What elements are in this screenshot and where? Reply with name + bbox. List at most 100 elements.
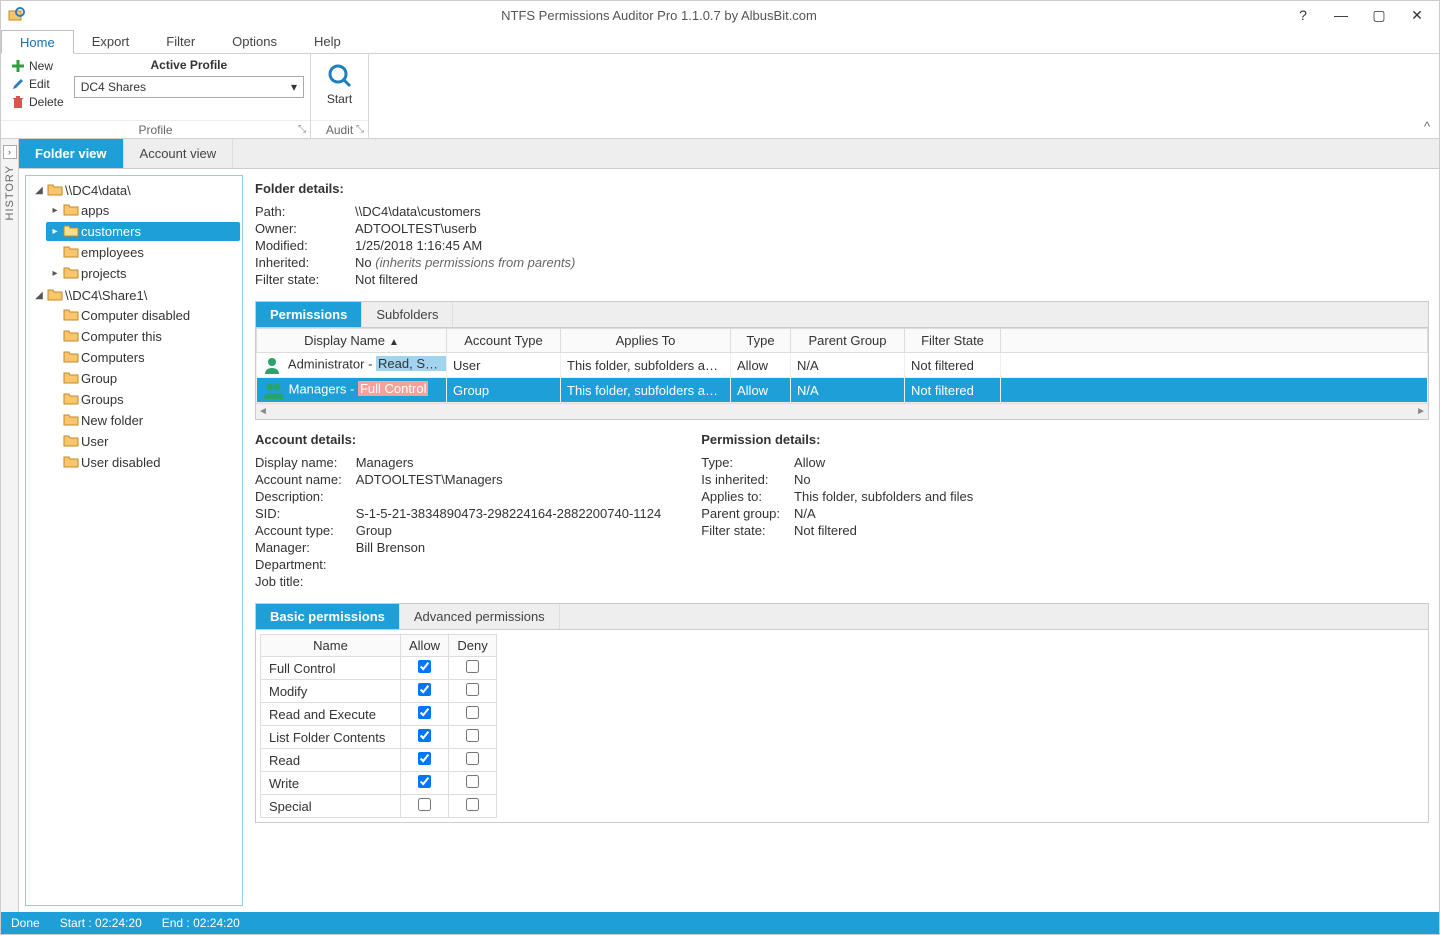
expander-icon[interactable]: ◢ xyxy=(33,185,45,196)
path-label: Path: xyxy=(255,204,345,219)
basic-allow-checkbox[interactable] xyxy=(418,752,431,765)
tree-node[interactable]: Computer disabled xyxy=(46,306,240,325)
menu-item-filter[interactable]: Filter xyxy=(148,29,214,53)
detail-panel: Folder details: Path:\\DC4\data\customer… xyxy=(251,175,1433,906)
basic-allow-checkbox[interactable] xyxy=(418,706,431,719)
tree-label: \\DC4\Share1\ xyxy=(65,288,147,303)
active-profile-heading: Active Profile xyxy=(74,58,304,72)
help-icon[interactable]: ? xyxy=(1287,4,1319,26)
tree-node[interactable]: ◢ \\DC4\data\ xyxy=(30,181,240,200)
perm-col-header[interactable]: Applies To xyxy=(561,329,731,353)
status-end: End : 02:24:20 xyxy=(162,916,240,930)
view-tab-folder-view[interactable]: Folder view xyxy=(19,139,124,168)
folder-icon xyxy=(63,244,79,261)
tree-node[interactable]: ◢ \\DC4\Share1\ xyxy=(30,286,240,305)
basic-deny-checkbox[interactable] xyxy=(466,729,479,742)
path-value: \\DC4\data\customers xyxy=(355,204,1429,219)
status-bar: Done Start : 02:24:20 End : 02:24:20 xyxy=(1,912,1439,934)
tree-label: customers xyxy=(81,224,141,239)
tree-node[interactable]: Computers xyxy=(46,348,240,367)
basic-allow-checkbox[interactable] xyxy=(418,729,431,742)
maximize-icon[interactable]: ▢ xyxy=(1363,4,1395,26)
detail-value: N/A xyxy=(794,506,973,521)
detail-key: Filter state: xyxy=(701,523,780,538)
detail-key: Is inherited: xyxy=(701,472,780,487)
menu-item-home[interactable]: Home xyxy=(1,30,74,54)
filter-label: Filter state: xyxy=(255,272,345,287)
basic-deny-checkbox[interactable] xyxy=(466,798,479,811)
history-expand-icon[interactable]: › xyxy=(3,145,17,159)
edit-profile-button[interactable]: Edit xyxy=(7,76,68,92)
basic-col-header: Deny xyxy=(449,635,497,657)
basic-allow-checkbox[interactable] xyxy=(418,660,431,673)
tree-node[interactable]: New folder xyxy=(46,411,240,430)
detail-value: This folder, subfolders and files xyxy=(794,489,973,504)
basic-allow-checkbox[interactable] xyxy=(418,683,431,696)
permissions-tabs: PermissionsSubfolders xyxy=(255,301,1429,327)
expand-icon[interactable]: ⤡ xyxy=(356,124,364,135)
close-icon[interactable]: ✕ xyxy=(1401,4,1433,26)
perm-row[interactable]: Administrator - Read, SpecialUserThis fo… xyxy=(257,353,1428,378)
account-details: Account details:Display name:ManagersAcc… xyxy=(255,432,661,589)
perm-col-header[interactable]: Filter State xyxy=(905,329,1001,353)
menu-item-options[interactable]: Options xyxy=(214,29,296,53)
tree-node[interactable]: ▸ apps xyxy=(46,201,240,220)
menubar: HomeExportFilterOptionsHelp xyxy=(1,29,1439,54)
perm-tab-subfolders[interactable]: Subfolders xyxy=(362,302,453,327)
basic-permissions-table: NameAllowDenyFull ControlModifyRead and … xyxy=(255,629,1429,823)
basic-tab-advanced-permissions[interactable]: Advanced permissions xyxy=(400,604,560,629)
tree-node[interactable]: User xyxy=(46,432,240,451)
basic-deny-checkbox[interactable] xyxy=(466,660,479,673)
basic-allow-checkbox[interactable] xyxy=(418,798,431,811)
perm-tab-permissions[interactable]: Permissions xyxy=(256,302,362,327)
detail-value: Group xyxy=(356,523,662,538)
tree-label: User xyxy=(81,434,108,449)
active-profile-select[interactable]: DC4 Shares ▾ xyxy=(74,76,304,98)
basic-col-header: Allow xyxy=(401,635,449,657)
ribbon-collapse-button[interactable]: ^ xyxy=(1415,54,1439,138)
expand-icon[interactable]: ⤡ xyxy=(298,124,306,135)
detail-key: Manager: xyxy=(255,540,342,555)
basic-deny-checkbox[interactable] xyxy=(466,752,479,765)
folder-tree[interactable]: ◢ \\DC4\data\▸ apps▸ customers employees… xyxy=(25,175,243,906)
expander-icon[interactable]: ▸ xyxy=(49,268,61,279)
detail-key: Display name: xyxy=(255,455,342,470)
basic-col-header: Name xyxy=(261,635,401,657)
basic-allow-checkbox[interactable] xyxy=(418,775,431,788)
permissions-table[interactable]: Display Name▲Account TypeApplies ToTypeP… xyxy=(255,327,1429,420)
delete-profile-button[interactable]: Delete xyxy=(7,94,68,110)
basic-deny-checkbox[interactable] xyxy=(466,775,479,788)
basic-deny-checkbox[interactable] xyxy=(466,706,479,719)
basic-deny-checkbox[interactable] xyxy=(466,683,479,696)
detail-value: ADTOOLTEST\Managers xyxy=(356,472,662,487)
basic-row: Write xyxy=(261,772,497,795)
folder-icon xyxy=(63,202,79,219)
basic-tab-basic-permissions[interactable]: Basic permissions xyxy=(256,604,400,629)
menu-item-export[interactable]: Export xyxy=(74,29,149,53)
tree-node[interactable]: ▸ customers xyxy=(46,222,240,241)
minimize-icon[interactable]: — xyxy=(1325,4,1357,26)
perm-col-header[interactable]: Type xyxy=(731,329,791,353)
menu-item-help[interactable]: Help xyxy=(296,29,360,53)
tree-node[interactable]: User disabled xyxy=(46,453,240,472)
perm-row[interactable]: Managers - Full ControlGroupThis folder,… xyxy=(257,378,1428,403)
view-tab-account-view[interactable]: Account view xyxy=(124,139,234,168)
perm-col-header[interactable]: Display Name▲ xyxy=(257,329,447,353)
expander-icon[interactable]: ▸ xyxy=(49,205,61,216)
tree-node[interactable]: ▸ projects xyxy=(46,264,240,283)
view-tabs: Folder viewAccount view xyxy=(19,139,1439,169)
owner-value: ADTOOLTEST\userb xyxy=(355,221,1429,236)
start-audit-button[interactable]: Start xyxy=(316,58,364,110)
tree-node[interactable]: Groups xyxy=(46,390,240,409)
detail-key: Type: xyxy=(701,455,780,470)
perm-col-header[interactable]: Parent Group xyxy=(791,329,905,353)
perm-col-header[interactable]: Account Type xyxy=(447,329,561,353)
modified-value: 1/25/2018 1:16:45 AM xyxy=(355,238,1429,253)
tree-node[interactable]: employees xyxy=(46,243,240,262)
tree-node[interactable]: Group xyxy=(46,369,240,388)
horizontal-scrollbar[interactable]: ◄► xyxy=(256,403,1428,419)
expander-icon[interactable]: ▸ xyxy=(49,226,61,237)
new-profile-button[interactable]: New xyxy=(7,58,68,74)
tree-node[interactable]: Computer this xyxy=(46,327,240,346)
expander-icon[interactable]: ◢ xyxy=(33,290,45,301)
